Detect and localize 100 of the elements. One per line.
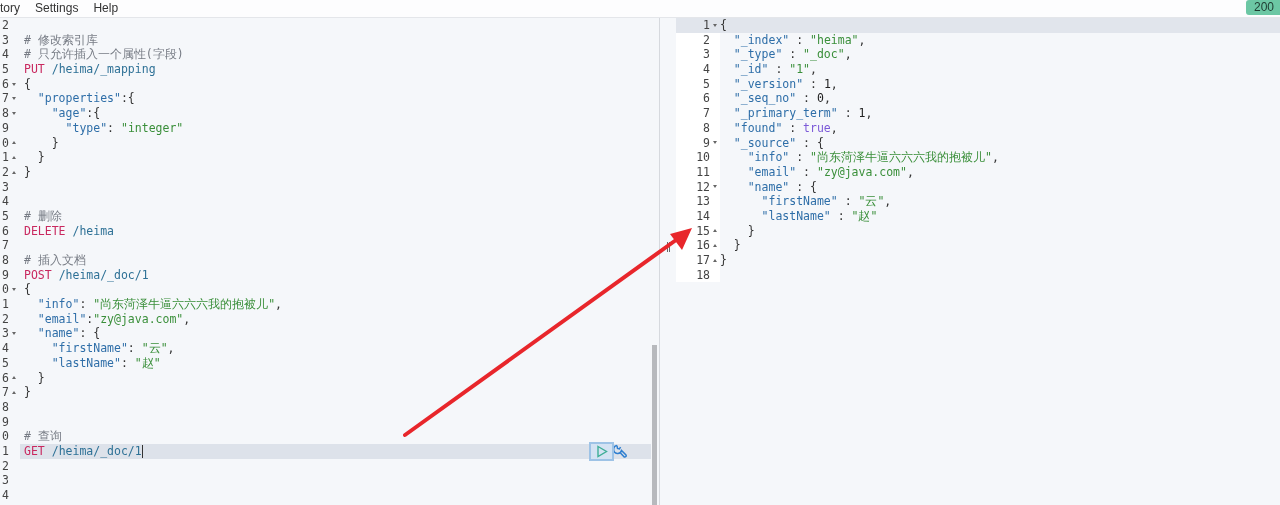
line-number: 4	[1, 47, 9, 63]
line-number: 11	[695, 164, 710, 180]
fold-icon[interactable]	[12, 288, 16, 292]
code-line: # 修改索引库	[23, 32, 98, 48]
line-number: 9	[1, 414, 9, 430]
scrollbar[interactable]	[652, 345, 657, 505]
fold-icon[interactable]	[12, 82, 16, 86]
line-number: 5	[1, 208, 9, 224]
code-line: }	[36, 150, 45, 165]
code-line: "lastName" : "赵"	[760, 208, 878, 224]
fold-icon[interactable]	[12, 111, 16, 115]
code-line: # 删除	[23, 208, 62, 224]
code-line: PUT /heima/_mapping	[23, 62, 156, 77]
menu-item[interactable]: Help	[93, 1, 119, 16]
code-line: }	[746, 223, 755, 239]
code-line: "_seq_no" : 0,	[732, 91, 831, 107]
code-line: "found" : true,	[732, 120, 838, 136]
line-number: 2	[1, 311, 9, 327]
line-number: 6	[1, 76, 9, 92]
line-number: 3	[1, 32, 9, 48]
fold-icon[interactable]	[713, 258, 717, 262]
line-number: 5	[1, 62, 9, 77]
fold-icon[interactable]	[12, 391, 16, 395]
code-line: DELETE /heima	[23, 223, 114, 239]
fold-icon[interactable]	[12, 156, 16, 160]
line-number: 1	[702, 18, 710, 33]
code-line: # 只允许插入一个属性(字段)	[23, 47, 184, 63]
line-number: 3	[1, 179, 9, 195]
code-line: }	[50, 135, 59, 151]
code-line: "_type" : "_doc",	[732, 47, 852, 63]
code-line: {	[23, 282, 31, 298]
resize-handle[interactable]	[666, 241, 670, 252]
fold-icon[interactable]	[12, 376, 16, 380]
line-number: 18	[695, 267, 710, 283]
line-number: 6	[1, 370, 9, 386]
fold-icon[interactable]	[12, 97, 16, 101]
line-number: 7	[1, 238, 9, 253]
line-number: 5	[702, 76, 710, 92]
line-number: 6	[1, 223, 9, 239]
line-number: 15	[695, 223, 710, 239]
menu-item[interactable]: Settings	[35, 1, 79, 16]
line-number: 1	[1, 150, 9, 165]
line-number: 2	[1, 18, 9, 33]
line-number: 4	[1, 194, 9, 209]
code-line: }	[36, 370, 45, 386]
code-line: "_primary_term" : 1,	[732, 106, 873, 121]
line-number: 3	[702, 47, 710, 63]
code-line: "email":"zy@java.com",	[36, 311, 191, 327]
code-line: }	[732, 238, 741, 253]
code-line: "age":{	[50, 106, 101, 121]
line-number: 2	[1, 164, 9, 180]
code-line: "_source" : {	[732, 135, 824, 151]
code-line: "type": "integer"	[64, 120, 184, 136]
fold-icon[interactable]	[713, 244, 717, 248]
code-line: GET /heima/_doc/1	[23, 443, 142, 459]
line-number: 8	[702, 120, 710, 136]
line-number: 9	[1, 120, 9, 136]
line-number: 1	[1, 297, 9, 312]
code-line: "name" : {	[746, 179, 817, 195]
code-line: "lastName": "赵"	[50, 355, 161, 371]
status-badge: 200	[1245, 0, 1280, 15]
fold-icon[interactable]	[713, 185, 717, 189]
line-number: 2	[702, 32, 710, 48]
line-number: 12	[695, 179, 710, 195]
line-number: 6	[702, 91, 710, 107]
line-number: 7	[1, 385, 9, 400]
line-number: 8	[1, 106, 9, 121]
line-number: 10	[695, 150, 710, 165]
play-icon	[595, 444, 608, 458]
line-number: 8	[1, 253, 9, 268]
fold-icon[interactable]	[12, 332, 16, 336]
code-line: "info" : "尚东菏泽牛逼六六六我的抱被儿",	[746, 150, 999, 165]
fold-icon[interactable]	[713, 229, 717, 233]
fold-icon[interactable]	[12, 141, 16, 145]
line-number: 14	[695, 208, 710, 224]
line-number: 8	[1, 399, 9, 415]
line-number: 0	[1, 429, 9, 444]
code-line: "firstName" : "云",	[760, 194, 892, 209]
line-number: 9	[1, 267, 9, 283]
line-number: 4	[1, 488, 9, 503]
code-line: }	[720, 253, 727, 268]
menu-item[interactable]: tory	[0, 1, 20, 16]
fold-icon[interactable]	[713, 23, 717, 27]
line-number: 16	[695, 238, 710, 253]
code-line: {	[23, 76, 31, 92]
code-line: "_version" : 1,	[732, 76, 838, 92]
line-number: 3	[1, 326, 9, 342]
code-line: "_index" : "heima",	[732, 32, 866, 48]
code-line: # 查询	[23, 429, 62, 444]
code-line: "firstName": "云",	[50, 341, 175, 356]
line-number: 4	[1, 341, 9, 356]
wrench-icon[interactable]	[614, 443, 628, 460]
code-line: POST /heima/_doc/1	[23, 267, 149, 283]
code-line: # 插入文档	[23, 253, 86, 268]
fold-icon[interactable]	[12, 170, 16, 174]
code-line: "name": {	[36, 326, 101, 342]
line-number: 1	[1, 443, 9, 459]
fold-icon[interactable]	[713, 141, 717, 145]
line-number: 3	[1, 473, 9, 488]
line-number: 5	[1, 355, 9, 371]
